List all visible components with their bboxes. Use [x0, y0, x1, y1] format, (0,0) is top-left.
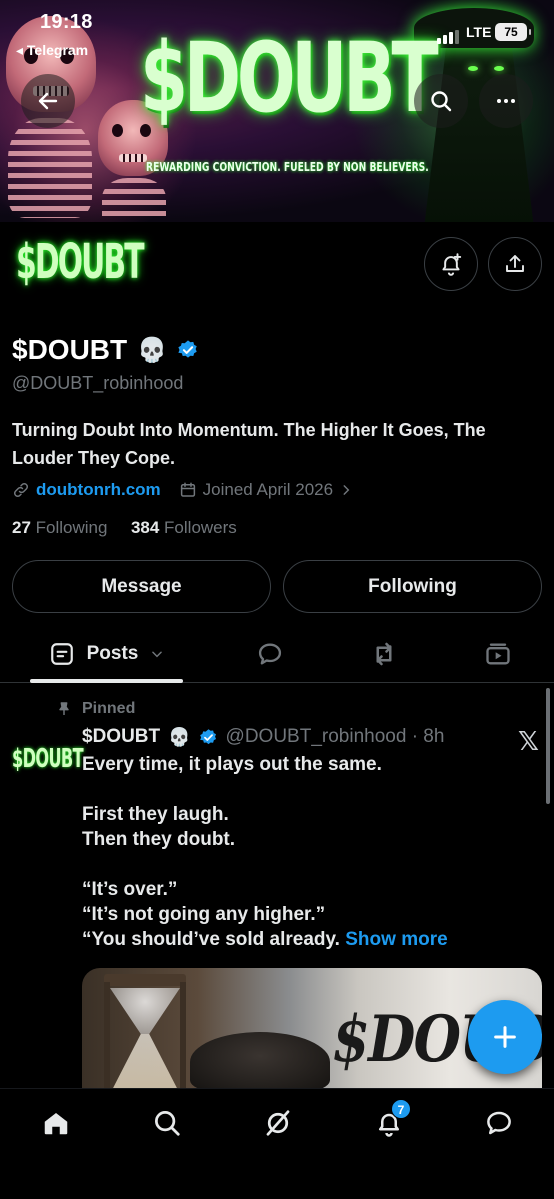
repost-icon: [376, 642, 392, 666]
avatar[interactable]: $DOUBT: [0, 222, 145, 302]
search-icon: [155, 1111, 180, 1136]
tab-posts[interactable]: Posts: [30, 625, 183, 683]
nav-home[interactable]: [36, 1103, 76, 1143]
avatar-logo: $DOUBT: [16, 234, 145, 290]
media-icon: [486, 643, 510, 665]
bell-plus-icon: [442, 253, 462, 276]
battery-icon: 75: [495, 23, 531, 41]
chevron-right-icon[interactable]: [339, 483, 353, 497]
followers-count: 384: [130, 518, 160, 537]
home-icon: [44, 1113, 68, 1135]
tab-posts-label: Posts: [86, 643, 139, 664]
following-count: 27: [12, 518, 31, 537]
network-type: LTE: [466, 24, 492, 40]
search-icon: [431, 91, 452, 112]
signal-icon: [437, 26, 461, 44]
following-label: Following: [35, 518, 108, 537]
message-icon: [487, 1111, 511, 1135]
post-handle-time[interactable]: @DOUBT_robinhood · 8h: [226, 726, 445, 748]
website-link[interactable]: doubtonrh.com: [36, 480, 161, 500]
share-button[interactable]: [488, 237, 542, 291]
status-bar: 19:18 ◂ Telegram LTE 75: [0, 0, 554, 60]
post-line: Every time, it plays out the same.: [82, 754, 382, 775]
nav-notifications[interactable]: 7: [369, 1099, 411, 1143]
post-author-emoji: 💀: [168, 726, 191, 747]
more-horizontal-icon: [497, 99, 515, 103]
more-button[interactable]: [479, 74, 533, 128]
post-line-last: “You should’ve sold already. Show more: [82, 927, 502, 952]
profile-name: $DOUBT 💀: [12, 334, 199, 366]
post-line: First they laugh.: [82, 804, 229, 825]
arrow-left-icon: [38, 92, 58, 110]
plus-icon: [494, 1026, 516, 1048]
show-more-link[interactable]: Show more: [345, 929, 447, 950]
skeleton-ribcage: [8, 118, 92, 218]
notify-button[interactable]: [424, 237, 478, 291]
followers-label: Followers: [164, 518, 237, 537]
post-header: $DOUBT 💀 @DOUBT_robinhood · 8h: [82, 726, 444, 748]
compose-button[interactable]: [468, 1000, 542, 1074]
post-author[interactable]: $DOUBT: [82, 726, 160, 748]
skull-emoji: 💀: [137, 336, 168, 364]
status-time: 19:18: [40, 11, 93, 33]
banner-subtitle: REWARDING CONVICTION. FUELED BY NON BELI…: [146, 160, 429, 174]
post-line: “It’s over.”: [82, 879, 178, 900]
hourglass-image: [104, 974, 186, 1088]
bottom-nav: 7: [0, 1088, 554, 1199]
skeleton-ribcage-small: [102, 178, 166, 222]
post-avatar[interactable]: $DOUBT: [12, 744, 84, 774]
calendar-icon: [180, 482, 195, 497]
grok-icon: [266, 1110, 290, 1136]
hat-image: [190, 1032, 330, 1088]
notification-badge: 7: [391, 1099, 411, 1119]
profile-handle: @DOUBT_robinhood: [12, 373, 184, 393]
followers-link[interactable]: 384 Followers: [131, 518, 237, 537]
profile-meta: doubtonrh.com Joined April 2026: [12, 480, 353, 500]
post-line: Then they doubt.: [82, 829, 236, 850]
post-line: [82, 777, 502, 802]
joined-date[interactable]: Joined April 2026: [203, 480, 333, 500]
posts-icon: [50, 643, 73, 665]
link-icon: [13, 482, 29, 498]
verified-badge-icon[interactable]: [177, 339, 199, 361]
following-button[interactable]: Following: [283, 560, 542, 613]
reply-icon: [258, 643, 282, 665]
search-button[interactable]: [414, 74, 468, 128]
nav-messages[interactable]: [479, 1103, 519, 1143]
message-button[interactable]: Message: [12, 560, 271, 613]
verified-badge-icon[interactable]: [199, 728, 218, 747]
post-line: “You should’ve sold already.: [82, 929, 340, 950]
tab-reposts[interactable]: [358, 625, 410, 683]
pinned-text: Pinned: [82, 700, 136, 717]
back-to-telegram[interactable]: ◂ Telegram: [16, 42, 88, 59]
post-text[interactable]: Every time, it plays out the same. First…: [82, 752, 502, 952]
back-button[interactable]: [21, 74, 75, 128]
share-icon: [506, 255, 524, 272]
tab-media[interactable]: [472, 625, 524, 683]
scrollbar[interactable]: [546, 688, 550, 804]
display-name: $DOUBT: [12, 334, 128, 365]
chevron-down-icon[interactable]: [150, 647, 164, 661]
follow-counts: 27 Following 384 Followers: [12, 518, 237, 538]
tab-active-indicator: [30, 679, 183, 683]
pinned-label: Pinned: [56, 700, 135, 718]
following-link[interactable]: 27 Following: [12, 518, 107, 537]
profile-bio: Turning Doubt Into Momentum. The Higher …: [12, 420, 486, 468]
pin-icon: [59, 702, 69, 715]
nav-grok[interactable]: [258, 1103, 298, 1143]
x-logo-icon[interactable]: 𝕏: [518, 726, 539, 757]
post-line: “It’s not going any higher.”: [82, 904, 326, 925]
nav-search[interactable]: [147, 1103, 187, 1143]
tab-replies[interactable]: [244, 625, 296, 683]
profile-tabs: Posts: [0, 625, 554, 683]
post-line: [82, 852, 502, 877]
